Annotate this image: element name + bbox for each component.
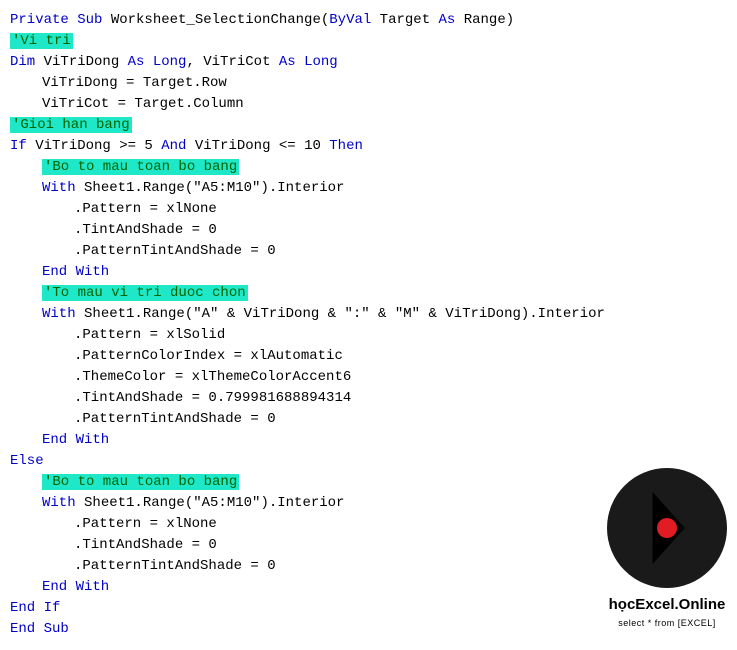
code-line-0: Private Sub Worksheet_SelectionChange(By… bbox=[10, 10, 737, 31]
code-line-20: End With bbox=[10, 430, 737, 451]
logo-text: họcExcel.Online bbox=[607, 594, 727, 617]
code-line-12: End With bbox=[10, 262, 737, 283]
code-line-10: .TintAndShade = 0 bbox=[10, 220, 737, 241]
code-line-9: .Pattern = xlNone bbox=[10, 199, 737, 220]
code-line-13: 'To mau vi tri duoc chon bbox=[10, 283, 737, 304]
code-line-4: ViTriCot = Target.Column bbox=[10, 94, 737, 115]
code-line-7: 'Bo to mau toan bo bang bbox=[10, 157, 737, 178]
code-line-15: .Pattern = xlSolid bbox=[10, 325, 737, 346]
logo-subtext: select * from [EXCEL] bbox=[607, 617, 727, 631]
code-line-5: 'Gioi han bang bbox=[10, 115, 737, 136]
code-line-11: .PatternTintAndShade = 0 bbox=[10, 241, 737, 262]
code-line-14: With Sheet1.Range("A" & ViTriDong & ":" … bbox=[10, 304, 737, 325]
code-line-3: ViTriDong = Target.Row bbox=[10, 73, 737, 94]
logo-container: họcExcel.Online select * from [EXCEL] bbox=[607, 468, 727, 630]
code-line-19: .PatternTintAndShade = 0 bbox=[10, 409, 737, 430]
code-line-2: Dim ViTriDong As Long, ViTriCot As Long bbox=[10, 52, 737, 73]
code-line-1: 'Vi tri bbox=[10, 31, 737, 52]
code-line-18: .TintAndShade = 0.799981688894314 bbox=[10, 388, 737, 409]
code-line-16: .PatternColorIndex = xlAutomatic bbox=[10, 346, 737, 367]
logo-dot-icon bbox=[657, 518, 677, 538]
code-line-8: With Sheet1.Range("A5:M10").Interior bbox=[10, 178, 737, 199]
logo-circle bbox=[607, 468, 727, 588]
code-line-6: If ViTriDong >= 5 And ViTriDong <= 10 Th… bbox=[10, 136, 737, 157]
code-line-17: .ThemeColor = xlThemeColorAccent6 bbox=[10, 367, 737, 388]
